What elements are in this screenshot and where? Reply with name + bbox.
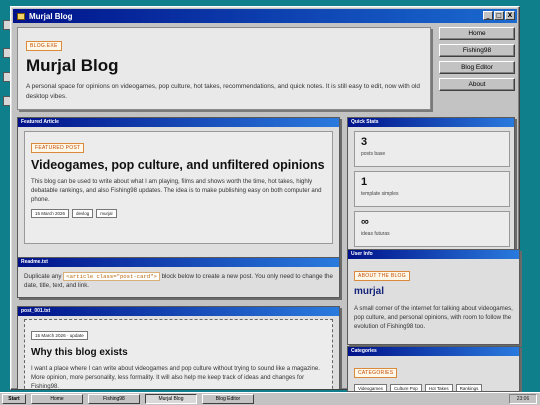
readme-titlebar: Readme.txt <box>18 258 339 267</box>
featured-tag-chip[interactable]: devlog <box>72 209 94 218</box>
categories-titlebar: Categories <box>348 347 519 356</box>
post-meta: 15 March 2026 · update <box>31 331 88 340</box>
taskbar-home-button[interactable]: Home <box>31 394 83 404</box>
categories-tag: CATEGORIES <box>354 368 398 378</box>
maximize-button[interactable]: □ <box>494 11 504 20</box>
featured-tag: FEATURED POST <box>31 143 85 153</box>
minimize-button[interactable]: _ <box>483 11 493 20</box>
quick-stats-titlebar: Quick Stats <box>348 118 514 127</box>
user-name: murjal <box>354 286 385 297</box>
stat-card: 1 template simples <box>354 171 510 207</box>
stat-value: 3 <box>361 136 368 148</box>
folder-icon <box>17 12 25 20</box>
user-info-panel: User Info ABOUT THE BLOG murjal A small … <box>347 249 520 345</box>
stat-card: 3 posts base <box>354 131 510 167</box>
featured-article-panel: Featured Article FEATURED POST Videogame… <box>17 117 340 260</box>
category-chip[interactable]: Hot Takes <box>424 384 453 391</box>
post-text: I want a place where I can write about v… <box>31 365 320 390</box>
category-list: Videogames Culture Pop Hot Takes Ranking… <box>354 384 513 391</box>
stat-label: ideas futuras <box>361 231 390 237</box>
stat-label: posts base <box>361 151 386 157</box>
nav-blog-editor-button[interactable]: Blog Editor <box>439 61 515 74</box>
window-titlebar[interactable]: Murjal Blog _ □ X <box>13 9 517 23</box>
featured-article-card: FEATURED POST Videogames, pop culture, a… <box>24 131 333 244</box>
user-description: A small corner of the internet for talki… <box>354 305 513 330</box>
categories-panel: Categories CATEGORIES Videogames Culture… <box>347 346 520 392</box>
featured-chips: 15 March 2026 devlog murjal <box>31 209 326 218</box>
nav-home-button[interactable]: Home <box>439 27 515 40</box>
featured-title[interactable]: Videogames, pop culture, and unfiltered … <box>31 158 326 172</box>
about-tag: ABOUT THE BLOG <box>354 271 410 281</box>
category-chip[interactable]: Videogames <box>354 384 387 391</box>
blog-header: BLOG.EXE Murjal Blog A personal space fo… <box>17 27 431 110</box>
window-title: Murjal Blog <box>29 11 73 21</box>
nav-about-button[interactable]: About <box>439 78 515 91</box>
taskbar-fishing98-button[interactable]: Fishing98 <box>88 394 140 404</box>
category-chip[interactable]: Rankings <box>455 384 483 391</box>
quick-stats-panel: Quick Stats 3 posts base 1 template simp… <box>347 117 515 250</box>
readme-panel: Readme.txt Duplicate any <article class=… <box>17 257 340 298</box>
featured-author-chip[interactable]: murjal <box>96 209 117 218</box>
category-chip[interactable]: Culture Pop <box>389 384 422 391</box>
taskbar-blog-editor-button[interactable]: Blog Editor <box>202 394 254 404</box>
categories-body: CATEGORIES Videogames Culture Pop Hot Ta… <box>348 356 519 391</box>
taskbar: Start Home Fishing98 Murjal Blog Blog Ed… <box>0 392 540 405</box>
post-panel: post_001.txt 15 March 2026 · update Why … <box>17 306 340 390</box>
close-button[interactable]: X <box>505 11 515 20</box>
featured-text: This blog can be used to write about wha… <box>31 178 322 203</box>
featured-article-titlebar: Featured Article <box>18 118 339 127</box>
stat-card: ∞ ideas futuras <box>354 211 510 247</box>
readme-text: Duplicate any <article class="post-card"… <box>18 267 339 295</box>
header-tag: BLOG.EXE <box>26 41 62 51</box>
blog-title: Murjal Blog <box>26 56 119 75</box>
stat-value: ∞ <box>361 216 369 228</box>
stat-label: template simples <box>361 191 399 197</box>
window-controls: _ □ X <box>483 11 515 20</box>
start-button[interactable]: Start <box>2 394 26 404</box>
user-info-titlebar: User Info <box>348 250 519 259</box>
post-titlebar: post_001.txt <box>18 307 339 316</box>
featured-date-chip: 15 March 2026 <box>31 209 70 218</box>
nav-fishing98-button[interactable]: Fishing98 <box>439 44 515 57</box>
blog-description: A personal space for opinions on videoga… <box>26 83 420 100</box>
taskbar-clock: 23:06 <box>509 394 537 404</box>
post-card: 15 March 2026 · update Why this blog exi… <box>24 319 333 390</box>
taskbar-murjal-blog-button[interactable]: Murjal Blog <box>145 394 197 404</box>
stat-value: 1 <box>361 176 368 188</box>
user-info-body: ABOUT THE BLOG murjal A small corner of … <box>348 259 519 336</box>
nav-menu: Home Fishing98 Blog Editor About <box>439 27 515 95</box>
readme-text-before: Duplicate any <box>24 273 62 280</box>
readme-code-snippet: <article class="post-card"> <box>63 272 160 281</box>
post-title[interactable]: Why this blog exists <box>31 347 326 358</box>
